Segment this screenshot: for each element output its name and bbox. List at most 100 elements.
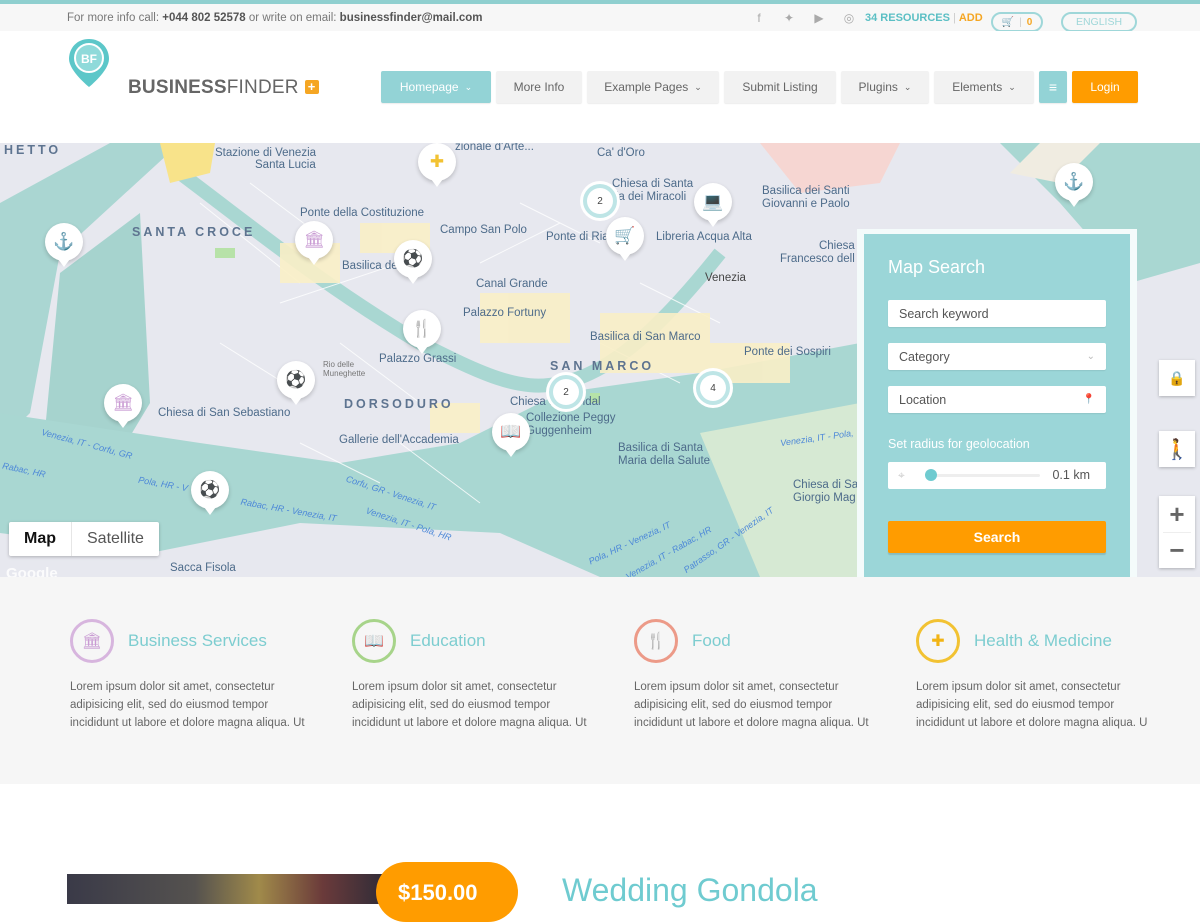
lock-map-button[interactable]: 🔒 [1159,360,1195,396]
twitter-icon[interactable]: ✦ [774,11,804,25]
crosshair-icon: ⌖ [898,468,905,482]
nav-elements[interactable]: Elements ⌄ [934,71,1034,103]
map-marker-business[interactable]: 🏛 [295,221,333,265]
chevron-down-icon: ⌄ [694,81,702,92]
slider-track[interactable] [928,474,1040,477]
map-marker-sports[interactable]: ⚽ [394,240,432,284]
map-marker-business[interactable]: 🏛 [104,384,142,428]
laptop-icon: 💻 [702,192,724,211]
add-link[interactable]: ADD [959,12,983,24]
category-health-medicine[interactable]: ✚ Health & Medicine Lorem ipsum dolor si… [916,619,1166,732]
map-label-basilica: Basilica de [342,260,398,272]
map-label-chiesa-sebastiano: Chiesa di San Sebastiano [158,407,291,419]
category-title[interactable]: Health & Medicine [974,631,1112,651]
cart-icon: 🛒 [1001,16,1015,28]
category-title[interactable]: Business Services [128,631,267,651]
map-pin-icon: 📍 [1082,394,1095,405]
category-title[interactable]: Education [410,631,486,651]
book-icon: 📖 [352,619,396,663]
price-badge: $150.00 [376,862,518,922]
search-keyword-input[interactable]: Search keyword [888,300,1106,327]
street-view-button[interactable]: 🚶 [1159,431,1195,467]
nav-more-info[interactable]: More Info [496,71,582,103]
map-marker-port[interactable]: ⚓ [45,223,83,267]
map-marker-education[interactable]: 📖 [492,413,530,457]
contact-info: For more info call: +044 802 52578 or wr… [67,12,483,24]
search-button[interactable]: Search [888,521,1106,553]
map-type-control: Map Satellite [9,522,159,556]
map-marker-health[interactable]: ✚ [418,143,456,187]
nav-submit-listing[interactable]: Submit Listing [724,71,836,103]
radius-slider[interactable]: ⌖ 0.1 km [888,462,1106,489]
map-cluster[interactable]: 2 [583,184,617,218]
zoom-control: + − [1159,496,1195,568]
map-marker-shopping[interactable]: 🛒 [606,217,644,261]
map-label-peggy: Collezione Peggy Guggenheim [526,412,616,437]
map-marker-port[interactable]: ⚓ [1055,163,1093,207]
map-label-san-marco: SAN MARCO [550,359,655,373]
map-label-libreria: Libreria Acqua Alta [656,231,752,243]
chevron-down-icon: ⌄ [903,81,912,92]
chevron-down-icon: ⌄ [1086,351,1095,362]
slider-handle[interactable] [925,469,938,481]
category-select[interactable]: Category ⌄ [888,343,1106,370]
map-marker-sports[interactable]: ⚽ [277,361,315,405]
category-education[interactable]: 📖 Education Lorem ipsum dolor sit amet, … [352,619,602,732]
bank-icon: 🏛 [70,619,114,663]
dribbble-icon[interactable]: ◎ [834,11,864,25]
menu-icon[interactable]: ≡ [1039,71,1067,103]
nav-example-pages[interactable]: Example Pages ⌄ [587,71,719,103]
map-label-gallerie: Gallerie dell'Accademia [339,434,459,446]
resources-counter: 34 RESOURCES | ADD [865,12,983,24]
pegman-icon: 🚶 [1164,438,1190,461]
youtube-icon[interactable]: ▶ [804,11,834,25]
phone-number[interactable]: +044 802 52578 [162,12,245,24]
cart-button[interactable]: 🛒 | 0 [991,12,1043,32]
radius-value: 0.1 km [1052,468,1090,482]
nav-homepage[interactable]: Homepage ⌄ [381,71,491,103]
top-info-bar: For more info call: +044 802 52578 or wr… [0,4,1200,32]
cart-count: 0 [1026,16,1033,28]
logo-text[interactable]: BUSINESSFINDER + [128,77,319,99]
zoom-out-button[interactable]: − [1163,532,1191,568]
soccer-ball-icon: ⚽ [402,249,424,268]
email-link[interactable]: businessfinder@mail.com [340,12,483,24]
featured-listing: $150.00 Wedding Gondola [0,784,1200,922]
cart-icon: 🛒 [614,226,636,245]
map-label-rio-muneghette: Rio delle Muneghette [323,360,366,378]
nav-plugins[interactable]: Plugins ⌄ [841,71,929,103]
map-marker-sports[interactable]: ⚽ [191,471,229,515]
map-type-map-button[interactable]: Map [9,522,72,556]
book-icon: 📖 [500,422,522,441]
facebook-icon[interactable]: f [744,11,774,25]
map-marker-food[interactable]: 🍴 [403,310,441,354]
category-food[interactable]: 🍴 Food Lorem ipsum dolor sit amet, conse… [634,619,884,732]
bank-icon: 🏛 [112,393,134,412]
google-logo: Google [6,565,58,577]
location-input[interactable]: Location 📍 [888,386,1106,413]
map-cluster[interactable]: 2 [549,375,583,409]
map-view[interactable]: HETTO Stazione di Venezia Santa Lucia zio… [0,143,1200,577]
language-selector[interactable]: ENGLISH [1061,12,1137,32]
map-marker-electronics[interactable]: 💻 [694,183,732,227]
map-cluster[interactable]: 4 [696,371,730,405]
map-label-canal-grande: Canal Grande [476,278,548,290]
map-type-satellite-button[interactable]: Satellite [72,522,159,556]
soccer-ball-icon: ⚽ [199,480,221,499]
categories-section: 🏛 Business Services Lorem ipsum dolor si… [0,577,1200,784]
resources-link[interactable]: 34 RESOURCES [865,12,950,24]
map-label-ponte-sospiri: Ponte dei Sospiri [744,346,831,358]
map-label-sacca-fisola: Sacca Fisola [170,562,236,574]
map-label-salute: Basilica di Santa Maria della Salute [618,442,711,467]
zoom-in-button[interactable]: + [1169,496,1184,532]
logo-pin-icon[interactable]: BF [67,37,111,89]
listing-title[interactable]: Wedding Gondola [562,872,818,909]
login-button[interactable]: Login [1072,71,1138,103]
category-title[interactable]: Food [692,631,731,651]
map-label-venezia: Venezia [705,272,746,284]
category-description: Lorem ipsum dolor sit amet, consectetur … [916,681,1148,729]
panel-title: Map Search [888,257,986,277]
map-label-chiesa-miracoli: Chiesa di Santa ria dei Miracoli [612,178,694,203]
category-business-services[interactable]: 🏛 Business Services Lorem ipsum dolor si… [70,619,320,732]
map-label-basilica-san-marco: Basilica di San Marco [590,331,701,343]
